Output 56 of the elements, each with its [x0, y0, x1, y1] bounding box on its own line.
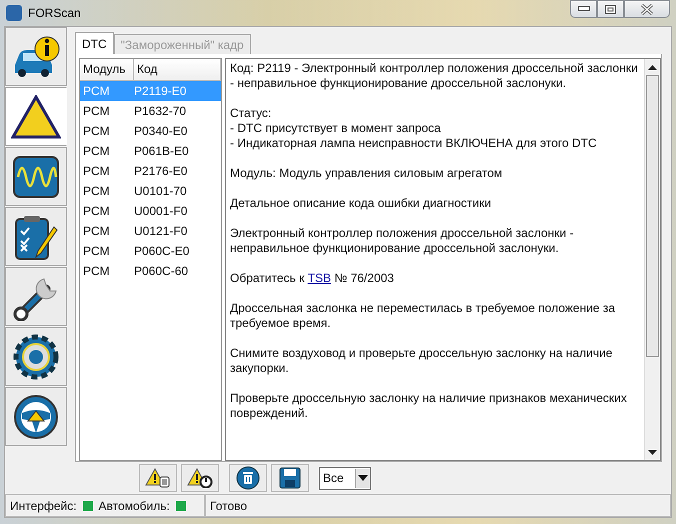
- toolbar-button[interactable]: [181, 464, 219, 492]
- app-icon: [6, 5, 22, 21]
- table-row[interactable]: PCM P1632-70: [80, 101, 221, 121]
- trash-icon: [236, 466, 260, 490]
- table-row[interactable]: PCM P2176-E0: [80, 161, 221, 181]
- status-label: Автомобиль:: [98, 498, 170, 512]
- detail-text: Код: P2119 - Электронный контроллер положения дроссельной заслонки - неправильное функционирование дроссельной заслонуки.: [230, 61, 639, 91]
- column-header[interactable]: Модуль: [80, 59, 134, 80]
- table-row[interactable]: PCM P060C-60: [80, 261, 221, 281]
- minimize-icon: [578, 6, 590, 12]
- table-row[interactable]: PCM P061B-E0: [80, 141, 221, 161]
- detail-text: Детальное описание кода ошибки диагностики: [230, 196, 492, 211]
- scroll-thumb[interactable]: [646, 75, 659, 357]
- table-row[interactable]: PCM P060C-E0: [80, 241, 221, 261]
- table-row[interactable]: PCM U0001-F0: [80, 201, 221, 221]
- sidebar-button[interactable]: [5, 207, 67, 266]
- detail-text: Статус:: [230, 106, 272, 121]
- oscilloscope-icon: [12, 154, 60, 198]
- table-row[interactable]: PCM U0101-70: [80, 181, 221, 201]
- warning-clock-icon: [187, 468, 213, 488]
- detail-text: Электронный контроллер положения дроссельной заслонки - неправильное функционирование дроссельной заслонуки.: [230, 226, 575, 256]
- maximize-icon: [605, 4, 616, 14]
- filter-dropdown[interactable]: Все: [319, 466, 371, 490]
- detail-text: Обратитесь к TSB № 76/2003: [230, 271, 395, 286]
- window-title: FORScan: [28, 6, 81, 20]
- sidebar-button[interactable]: [5, 327, 67, 386]
- scrollbar[interactable]: [644, 59, 660, 460]
- status-label: Интерфейс:: [10, 498, 77, 512]
- minimize-button[interactable]: [570, 0, 597, 18]
- warning-document-icon: [145, 468, 171, 488]
- steering-wheel-icon: [12, 392, 60, 440]
- table-row[interactable]: PCM P0340-E0: [80, 121, 221, 141]
- detail-text: - DTC присутствует в момент запроса: [230, 121, 442, 136]
- toolbar-button[interactable]: [229, 464, 267, 492]
- tsb-link[interactable]: TSB: [308, 271, 332, 285]
- warning-triangle-icon: [11, 94, 61, 138]
- detail-text: - Индикаторная лампа неисправности ВКЛЮЧЕНА для этого DTC: [230, 136, 598, 151]
- sidebar-button[interactable]: [5, 147, 67, 206]
- status-message: Готово: [205, 494, 671, 517]
- sidebar-button[interactable]: [5, 27, 67, 86]
- gear-icon: [12, 332, 60, 380]
- toolbar-button[interactable]: [271, 464, 309, 492]
- maximize-button[interactable]: [597, 0, 624, 18]
- close-button[interactable]: [624, 0, 670, 18]
- detail-text: Дроссельная заслонка не переместилась в требуемое положение за требуемое время.: [230, 301, 616, 331]
- column-header[interactable]: Код: [134, 59, 221, 80]
- sidebar-button[interactable]: [5, 87, 67, 146]
- toolbar-button[interactable]: [139, 464, 177, 492]
- detail-text: Модуль: Модуль управления силовым агрегатом: [230, 166, 504, 181]
- detail-text: Снимите воздуховод и проверьте дроссельную заслонку на наличие закупорки.: [230, 346, 614, 376]
- sidebar-button[interactable]: [5, 387, 67, 446]
- tab[interactable]: DTC: [75, 32, 114, 54]
- table-row[interactable]: PCM U0121-F0: [80, 221, 221, 241]
- sidebar-button[interactable]: [5, 267, 67, 326]
- close-icon: [640, 4, 654, 14]
- detail-text: Проверьте дроссельную заслонку на наличие признаков механических повреждений.: [230, 391, 628, 421]
